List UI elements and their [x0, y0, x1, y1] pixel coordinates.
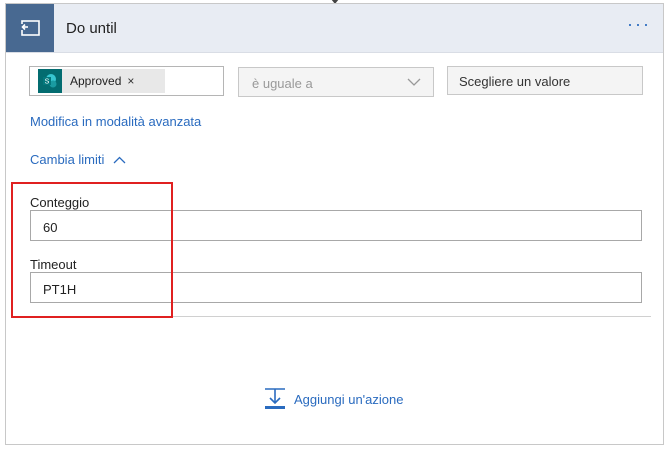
- condition-left-operand[interactable]: S Approved ×: [29, 66, 224, 96]
- chevron-down-icon: [407, 78, 421, 86]
- add-action-icon: [265, 388, 285, 409]
- token-remove-button[interactable]: ×: [127, 74, 134, 88]
- operator-value: è uguale a: [252, 76, 313, 91]
- change-limits-label: Cambia limiti: [30, 152, 105, 167]
- add-action-button[interactable]: Aggiungi un'azione: [264, 387, 403, 411]
- add-action-label: Aggiungi un'azione: [294, 391, 404, 407]
- token-label: Approved: [70, 74, 122, 88]
- sharepoint-icon: S: [38, 69, 62, 93]
- dynamic-content-token[interactable]: S Approved ×: [38, 69, 165, 93]
- card-title: Do until: [66, 20, 117, 37]
- change-limits-toggle[interactable]: Cambia limiti: [30, 152, 126, 167]
- card-header[interactable]: Do until ···: [6, 4, 663, 53]
- condition-operator-select[interactable]: è uguale a: [238, 67, 434, 97]
- advanced-mode-link[interactable]: Modifica in modalità avanzata: [30, 114, 201, 129]
- limits-highlight-box: [11, 182, 173, 318]
- value-placeholder: Scegliere un valore: [459, 74, 571, 89]
- chevron-up-icon: [113, 156, 126, 163]
- condition-right-operand[interactable]: Scegliere un valore: [447, 66, 643, 95]
- loop-icon: [6, 4, 54, 52]
- more-options-button[interactable]: ···: [627, 15, 651, 33]
- svg-text:S: S: [45, 79, 50, 86]
